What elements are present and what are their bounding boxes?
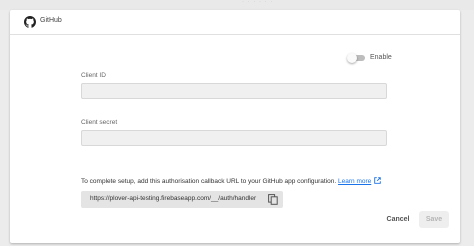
setup-instructions-text: To complete setup, add this authorisatio…	[81, 178, 337, 185]
copy-icon[interactable]	[268, 194, 278, 205]
toggle-label: Enable	[370, 54, 392, 61]
learn-more-link[interactable]: Learn more	[338, 178, 371, 185]
callback-url: https://plover-api-testing.firebaseapp.c…	[90, 195, 257, 202]
client-secret-input[interactable]	[81, 130, 387, 146]
background-dots: · · · · · ·	[242, 0, 274, 5]
cancel-button[interactable]: Cancel	[382, 213, 414, 227]
github-icon	[24, 16, 36, 28]
client-secret-label: Client secret	[81, 119, 118, 126]
setup-instructions: To complete setup, add this authorisatio…	[81, 177, 381, 185]
toggle-thumb[interactable]	[347, 53, 357, 63]
callback-url-box: https://plover-api-testing.firebaseapp.c…	[81, 191, 283, 208]
save-button[interactable]: Save	[419, 211, 449, 228]
card-title: GitHub	[40, 17, 62, 24]
client-id-input[interactable]	[81, 83, 387, 99]
open-in-new-icon[interactable]	[374, 177, 381, 184]
github-provider-card: GitHub Enable Client ID Client secret To…	[10, 10, 460, 243]
client-id-label: Client ID	[81, 72, 106, 79]
background-strip	[0, 0, 474, 10]
card-header: GitHub	[10, 10, 460, 35]
